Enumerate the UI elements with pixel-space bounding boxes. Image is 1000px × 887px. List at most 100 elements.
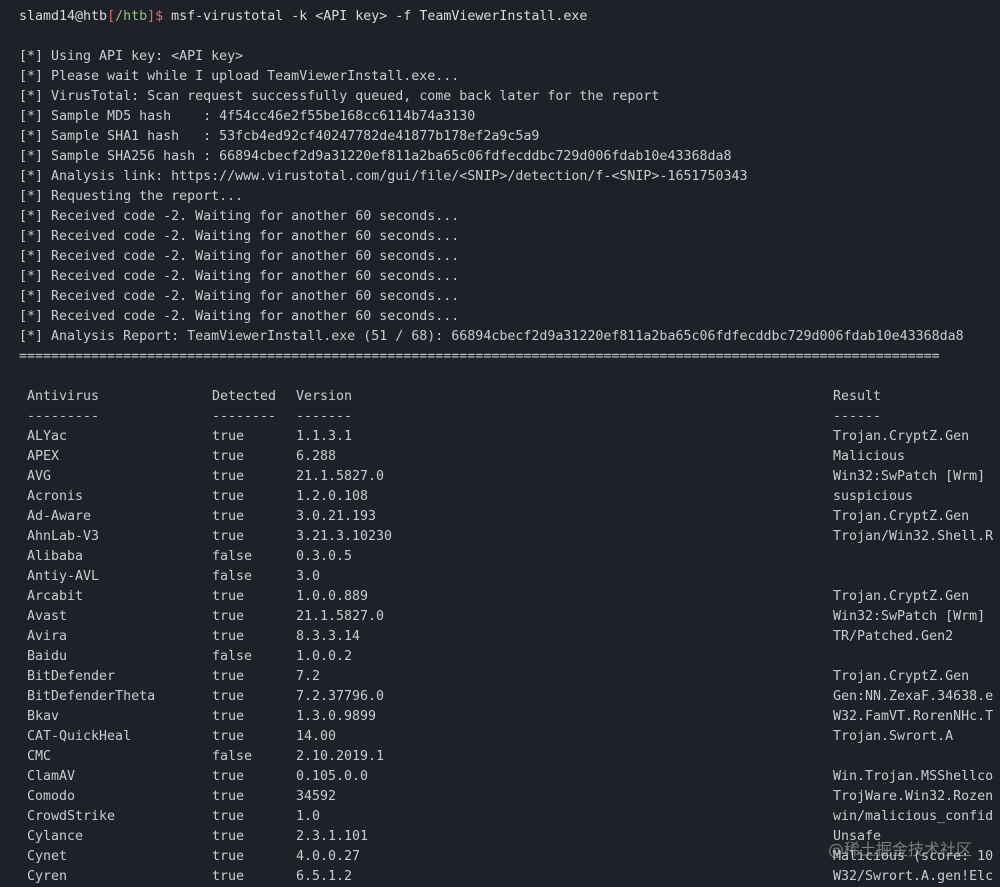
detected-cell: false bbox=[212, 649, 253, 664]
result-cell: TrojWare.Win32.Rozen bbox=[833, 789, 994, 804]
command-prompt: slamd14@htb[/htb]$ msf-virustotal -k <AP… bbox=[19, 7, 1000, 27]
antivirus-cell: Ad-Aware bbox=[27, 509, 92, 524]
detected-cell: true bbox=[212, 449, 245, 464]
antivirus-cell: CMC bbox=[27, 749, 52, 764]
result-cell: Trojan.CryptZ.Gen bbox=[833, 669, 970, 684]
antivirus-cell: Avira bbox=[27, 629, 68, 644]
version-cell: 2.3.1.101 bbox=[296, 829, 369, 844]
version-cell: 34592 bbox=[296, 789, 337, 804]
output-line: [*] Received code -2. Waiting for anothe… bbox=[19, 249, 460, 264]
result-cell: W32.FamVT.RorenNHc.T bbox=[833, 709, 994, 724]
terminal-output: slamd14@htb[/htb]$ msf-virustotal -k <AP… bbox=[19, 7, 1000, 367]
table-header: Antivirus Detected Version Result bbox=[27, 387, 1000, 407]
prompt-bracket-close: ] bbox=[147, 9, 156, 24]
result-cell: ------ bbox=[833, 409, 882, 424]
output-line: [*] Received code -2. Waiting for anothe… bbox=[19, 269, 460, 284]
detected-cell: true bbox=[212, 609, 245, 624]
table-row: CAT-QuickHeal true 14.00 Trojan.Swrort.A bbox=[27, 727, 1000, 747]
version-cell: 0.105.0.0 bbox=[296, 769, 369, 784]
detected-cell: true bbox=[212, 849, 245, 864]
version-cell: 1.0 bbox=[296, 809, 321, 824]
table-row: AhnLab-V3 true 3.21.3.10230 Trojan/Win32.Sh… bbox=[27, 527, 1000, 547]
antivirus-cell: Baidu bbox=[27, 649, 68, 664]
version-cell: 1.1.3.1 bbox=[296, 429, 353, 444]
detected-cell: true bbox=[212, 689, 245, 704]
table-row: BitDefenderTheta true 7.2.37796.0 Gen:NN.Ze… bbox=[27, 687, 1000, 707]
output-line: ========================================… bbox=[19, 349, 940, 364]
detected-cell: true bbox=[212, 489, 245, 504]
antivirus-cell: CrowdStrike bbox=[27, 809, 116, 824]
detected-cell: true bbox=[212, 589, 245, 604]
detected-cell: -------- bbox=[212, 409, 277, 424]
antivirus-cell: Cynet bbox=[27, 849, 68, 864]
result-cell: Malicious bbox=[833, 449, 906, 464]
antivirus-cell: --------- bbox=[27, 409, 100, 424]
table-row: Ad-Aware true 3.0.21.193 Trojan.CryptZ.Gen bbox=[27, 507, 1000, 527]
output-line: [*] Sample MD5 hash : 4f54cc46e2f55be168… bbox=[19, 109, 476, 124]
antivirus-cell: Cylance bbox=[27, 829, 84, 844]
table-row: Alibaba false 0.3.0.5 bbox=[27, 547, 1000, 567]
detected-cell: true bbox=[212, 769, 245, 784]
antivirus-cell: ALYac bbox=[27, 429, 68, 444]
output-line: [*] Please wait while I upload TeamViewe… bbox=[19, 69, 460, 84]
version-cell: 7.2 bbox=[296, 669, 321, 684]
detected-cell: true bbox=[212, 469, 245, 484]
output-line: [*] Requesting the report... bbox=[19, 189, 244, 204]
version-cell: 6.288 bbox=[296, 449, 337, 464]
result-cell: Trojan.CryptZ.Gen bbox=[833, 429, 970, 444]
result-cell: Trojan/Win32.Shell.R bbox=[833, 529, 994, 544]
antivirus-cell: ClamAV bbox=[27, 769, 76, 784]
table-row: APEX true 6.288 Malicious bbox=[27, 447, 1000, 467]
output-line: [*] Using API key: <API key> bbox=[19, 49, 244, 64]
output-line: [*] Received code -2. Waiting for anothe… bbox=[19, 309, 460, 324]
output-line: [*] VirusTotal: Scan request successfull… bbox=[19, 89, 660, 104]
version-cell: 1.0.0.889 bbox=[296, 589, 369, 604]
table-row: Comodo true 34592 TrojWare.Win32.Rozen bbox=[27, 787, 1000, 807]
detected-cell: true bbox=[212, 529, 245, 544]
version-cell: 3.21.3.10230 bbox=[296, 529, 393, 544]
antivirus-cell: CAT-QuickHeal bbox=[27, 729, 132, 744]
detected-cell: false bbox=[212, 549, 253, 564]
table-row: AVG true 21.1.5827.0 Win32:SwPatch [Wrm] bbox=[27, 467, 1000, 487]
version-cell: 0.3.0.5 bbox=[296, 549, 353, 564]
table-row: Baidu false 1.0.0.2 bbox=[27, 647, 1000, 667]
result-cell: Trojan.CryptZ.Gen bbox=[833, 589, 970, 604]
version-cell: 2.10.2019.1 bbox=[296, 749, 385, 764]
version-cell: 3.0 bbox=[296, 569, 321, 584]
antivirus-cell: APEX bbox=[27, 449, 60, 464]
antivirus-cell: Acronis bbox=[27, 489, 84, 504]
detected-cell: true bbox=[212, 629, 245, 644]
table-row: Avast true 21.1.5827.0 Win32:SwPatch [Wrm] bbox=[27, 607, 1000, 627]
result-cell: Result bbox=[833, 389, 882, 404]
detected-cell: true bbox=[212, 709, 245, 724]
prompt-path: /htb bbox=[115, 9, 148, 24]
command-text: msf-virustotal -k <API key> -f TeamViewe… bbox=[163, 9, 588, 24]
result-cell: Gen:NN.ZexaF.34638.e bbox=[833, 689, 994, 704]
antivirus-cell: BitDefender bbox=[27, 669, 116, 684]
result-cell: Trojan.Swrort.A bbox=[833, 729, 954, 744]
antivirus-cell: Antiy-AVL bbox=[27, 569, 100, 584]
antivirus-cell: BitDefenderTheta bbox=[27, 689, 156, 704]
output-block: [*] Using API key: <API key> [*] Please w… bbox=[19, 47, 1000, 367]
version-cell: 3.0.21.193 bbox=[296, 509, 377, 524]
table-row: Bkav true 1.3.0.9899 W32.FamVT.RorenNHc.T bbox=[27, 707, 1000, 727]
result-cell: Trojan.CryptZ.Gen bbox=[833, 509, 970, 524]
detected-cell: true bbox=[212, 809, 245, 824]
antivirus-cell: Comodo bbox=[27, 789, 76, 804]
version-cell: 1.2.0.108 bbox=[296, 489, 369, 504]
table-header-underline: --------- -------- ------- ------ bbox=[27, 407, 1000, 427]
detected-cell: true bbox=[212, 669, 245, 684]
detected-cell: true bbox=[212, 509, 245, 524]
antivirus-cell: Alibaba bbox=[27, 549, 84, 564]
table-row: CrowdStrike true 1.0 win/malicious_confid bbox=[27, 807, 1000, 827]
detected-cell: false bbox=[212, 749, 253, 764]
table-row: ALYac true 1.1.3.1 Trojan.CryptZ.Gen bbox=[27, 427, 1000, 447]
detected-cell: Detected bbox=[212, 389, 277, 404]
detected-cell: false bbox=[212, 569, 253, 584]
output-line: [*] Received code -2. Waiting for anothe… bbox=[19, 209, 460, 224]
antivirus-cell: Bkav bbox=[27, 709, 60, 724]
antivirus-table: Antivirus Detected Version Result --------- -… bbox=[27, 387, 1000, 887]
result-cell: win/malicious_confid bbox=[833, 809, 994, 824]
version-cell: 8.3.3.14 bbox=[296, 629, 361, 644]
version-cell: 6.5.1.2 bbox=[296, 869, 353, 884]
